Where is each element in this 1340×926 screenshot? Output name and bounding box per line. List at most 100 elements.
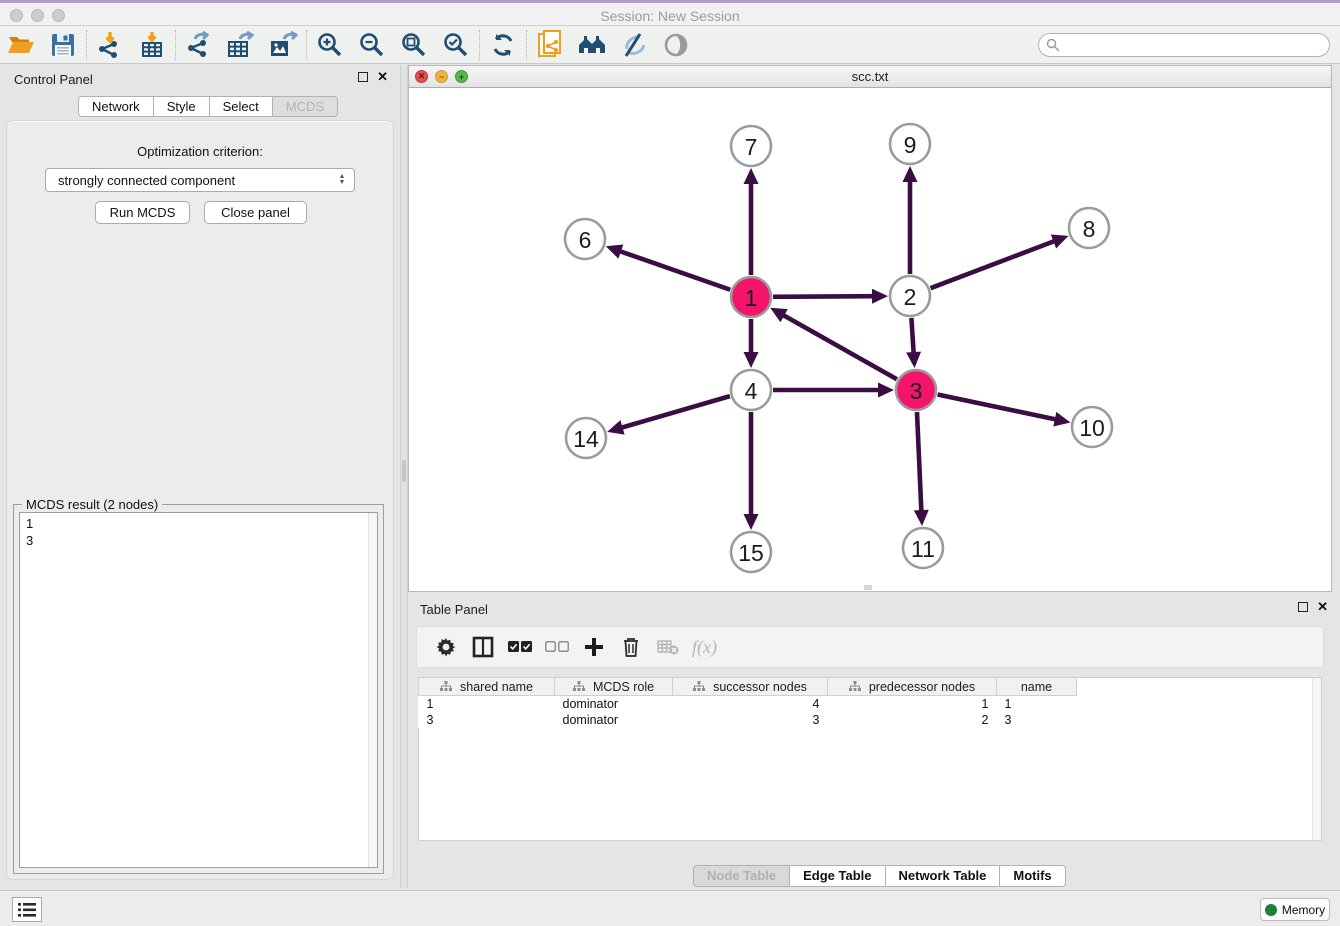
mcds-result-list[interactable]: 13: [19, 512, 378, 868]
graph-node-label-9: 9: [904, 132, 917, 158]
graphics-details-icon[interactable]: [613, 28, 655, 62]
search-field[interactable]: [1038, 33, 1330, 57]
table-scrollbar[interactable]: [1312, 678, 1321, 840]
edge-arrowhead-1-4: [744, 352, 759, 368]
zoom-fit-icon[interactable]: [393, 28, 435, 62]
settings-gear-icon[interactable]: [427, 630, 464, 664]
edge-2-8[interactable]: [931, 241, 1056, 288]
edge-arrowhead-4-15: [744, 514, 759, 530]
mcds-result-title: MCDS result (2 nodes): [22, 497, 162, 512]
edge-arrowhead-2-3: [906, 352, 921, 368]
import-table-icon[interactable]: [131, 28, 173, 62]
column-header-shared-name[interactable]: shared name: [419, 678, 555, 696]
network-window-titlebar[interactable]: ✕ − + scc.txt: [409, 66, 1331, 88]
column-header-name[interactable]: name: [997, 678, 1077, 696]
toolbar-separator: [479, 30, 480, 60]
refresh-icon[interactable]: [482, 28, 524, 62]
network-canvas[interactable]: 7968124314101511: [409, 88, 1331, 591]
select-all-checkboxes-icon[interactable]: [501, 630, 538, 664]
list-icon: [18, 903, 36, 917]
edge-arrowhead-2-9: [903, 166, 918, 182]
column-header-predecessor-nodes[interactable]: predecessor nodes: [828, 678, 997, 696]
delete-table-icon[interactable]: [649, 630, 686, 664]
edge-1-6[interactable]: [619, 251, 730, 290]
export-table-icon[interactable]: [220, 28, 262, 62]
show-columns-icon[interactable]: [464, 630, 501, 664]
table-tab-node-table[interactable]: Node Table: [693, 865, 790, 887]
edge-arrowhead-3-11: [914, 510, 929, 526]
birds-eye-view-icon[interactable]: [655, 28, 697, 62]
tab-style[interactable]: Style: [154, 96, 210, 117]
column-header-mcds-role[interactable]: MCDS role: [555, 678, 673, 696]
edge-4-14[interactable]: [621, 396, 730, 428]
zoom-selected-icon[interactable]: [435, 28, 477, 62]
float-panel-icon[interactable]: [358, 72, 368, 82]
export-image-icon[interactable]: [262, 28, 304, 62]
table-cell: 3: [673, 712, 828, 728]
float-table-panel-icon[interactable]: [1298, 602, 1308, 612]
close-panel-icon[interactable]: ✕: [377, 72, 388, 82]
edge-arrowhead-4-14: [607, 420, 624, 434]
table-row[interactable]: 3dominator323: [419, 712, 1077, 728]
graph-node-label-15: 15: [738, 540, 764, 566]
graph-node-label-8: 8: [1083, 216, 1096, 242]
column-header-successor-nodes[interactable]: successor nodes: [673, 678, 828, 696]
mcds-result-groupbox: MCDS result (2 nodes) 13: [13, 504, 384, 874]
toolbar-separator: [175, 30, 176, 60]
divider-handle[interactable]: [402, 460, 406, 482]
main-toolbar: [0, 26, 1340, 64]
tab-select[interactable]: Select: [210, 96, 273, 117]
open-file-icon[interactable]: [0, 28, 42, 62]
edge-3-10[interactable]: [938, 395, 1057, 420]
edge-arrowhead-1-2: [872, 289, 888, 304]
first-neighbors-icon[interactable]: [571, 28, 613, 62]
edge-arrowhead-4-3: [878, 383, 894, 398]
save-session-icon[interactable]: [42, 28, 84, 62]
table-cell: dominator: [555, 696, 673, 712]
edge-3-11[interactable]: [917, 412, 921, 512]
table-tab-motifs[interactable]: Motifs: [1000, 865, 1065, 887]
add-column-icon[interactable]: [575, 630, 612, 664]
run-mcds-button[interactable]: Run MCDS: [95, 201, 190, 224]
table-row[interactable]: 1dominator411: [419, 696, 1077, 712]
zoom-in-icon[interactable]: [309, 28, 351, 62]
optimization-criterion-dropdown[interactable]: strongly connected component ▲▼: [45, 168, 355, 192]
close-panel-button[interactable]: Close panel: [204, 201, 307, 224]
memory-label: Memory: [1282, 903, 1325, 917]
table-tab-edge-table[interactable]: Edge Table: [790, 865, 885, 887]
dropdown-stepper-icon: ▲▼: [336, 171, 348, 189]
result-scrollbar[interactable]: [368, 513, 377, 867]
network-view-window: ✕ − + scc.txt 7968124314101511: [408, 65, 1332, 592]
export-network-icon[interactable]: [178, 28, 220, 62]
canvas-scroll-handle[interactable]: [864, 585, 872, 590]
hierarchy-icon: [849, 681, 861, 692]
graph-node-label-11: 11: [911, 536, 935, 562]
graph-node-label-4: 4: [745, 378, 758, 404]
dropdown-value: strongly connected component: [58, 173, 235, 188]
zoom-out-icon[interactable]: [351, 28, 393, 62]
table-panel-title: Table Panel: [420, 602, 488, 617]
memory-button[interactable]: Memory: [1260, 898, 1330, 921]
task-history-button[interactable]: [12, 897, 42, 922]
search-input[interactable]: [1065, 38, 1329, 52]
tab-network[interactable]: Network: [78, 96, 154, 117]
close-table-panel-icon[interactable]: ✕: [1317, 602, 1328, 612]
deselect-all-checkboxes-icon[interactable]: [538, 630, 575, 664]
function-builder-icon[interactable]: f(x): [686, 630, 723, 664]
tab-mcds[interactable]: MCDS: [273, 96, 338, 117]
new-network-from-selection-icon[interactable]: [529, 28, 571, 62]
table-cell: 4: [673, 696, 828, 712]
import-network-icon[interactable]: [89, 28, 131, 62]
table-tab-network-table[interactable]: Network Table: [886, 865, 1001, 887]
edge-1-2[interactable]: [773, 296, 874, 297]
app-titlebar: Session: New Session: [0, 0, 1340, 26]
edge-3-1[interactable]: [782, 315, 896, 380]
edge-2-3[interactable]: [911, 318, 913, 354]
graph-node-label-1: 1: [745, 285, 758, 311]
column-label: MCDS role: [593, 680, 654, 694]
mcds-result-line: 1: [26, 515, 377, 532]
graph-node-label-2: 2: [904, 284, 917, 310]
panel-split-divider[interactable]: [400, 65, 408, 888]
delete-column-icon[interactable]: [612, 630, 649, 664]
toolbar-separator: [526, 30, 527, 60]
